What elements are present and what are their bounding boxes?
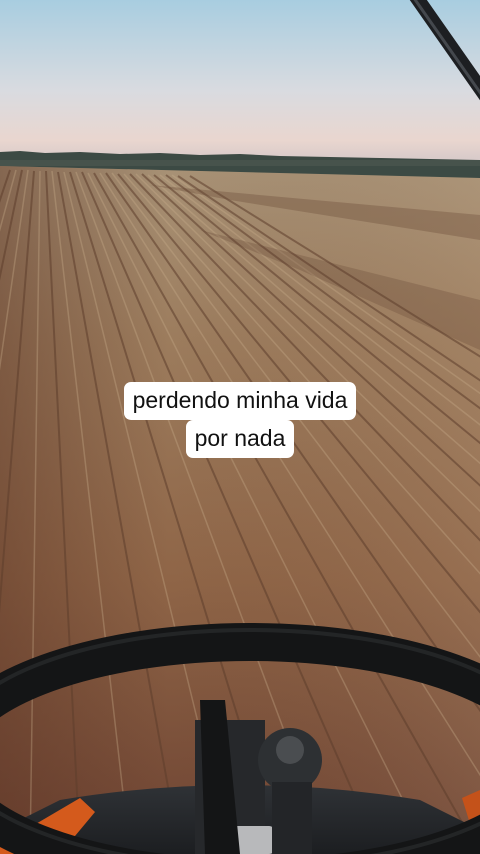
caption-overlay: perdendo minha vida por nada [0, 382, 480, 458]
caption-line-1: perdendo minha vida [123, 382, 357, 420]
sky [0, 0, 480, 165]
video-frame: perdendo minha vida por nada [0, 0, 480, 854]
caption-line-2: por nada [185, 420, 295, 458]
